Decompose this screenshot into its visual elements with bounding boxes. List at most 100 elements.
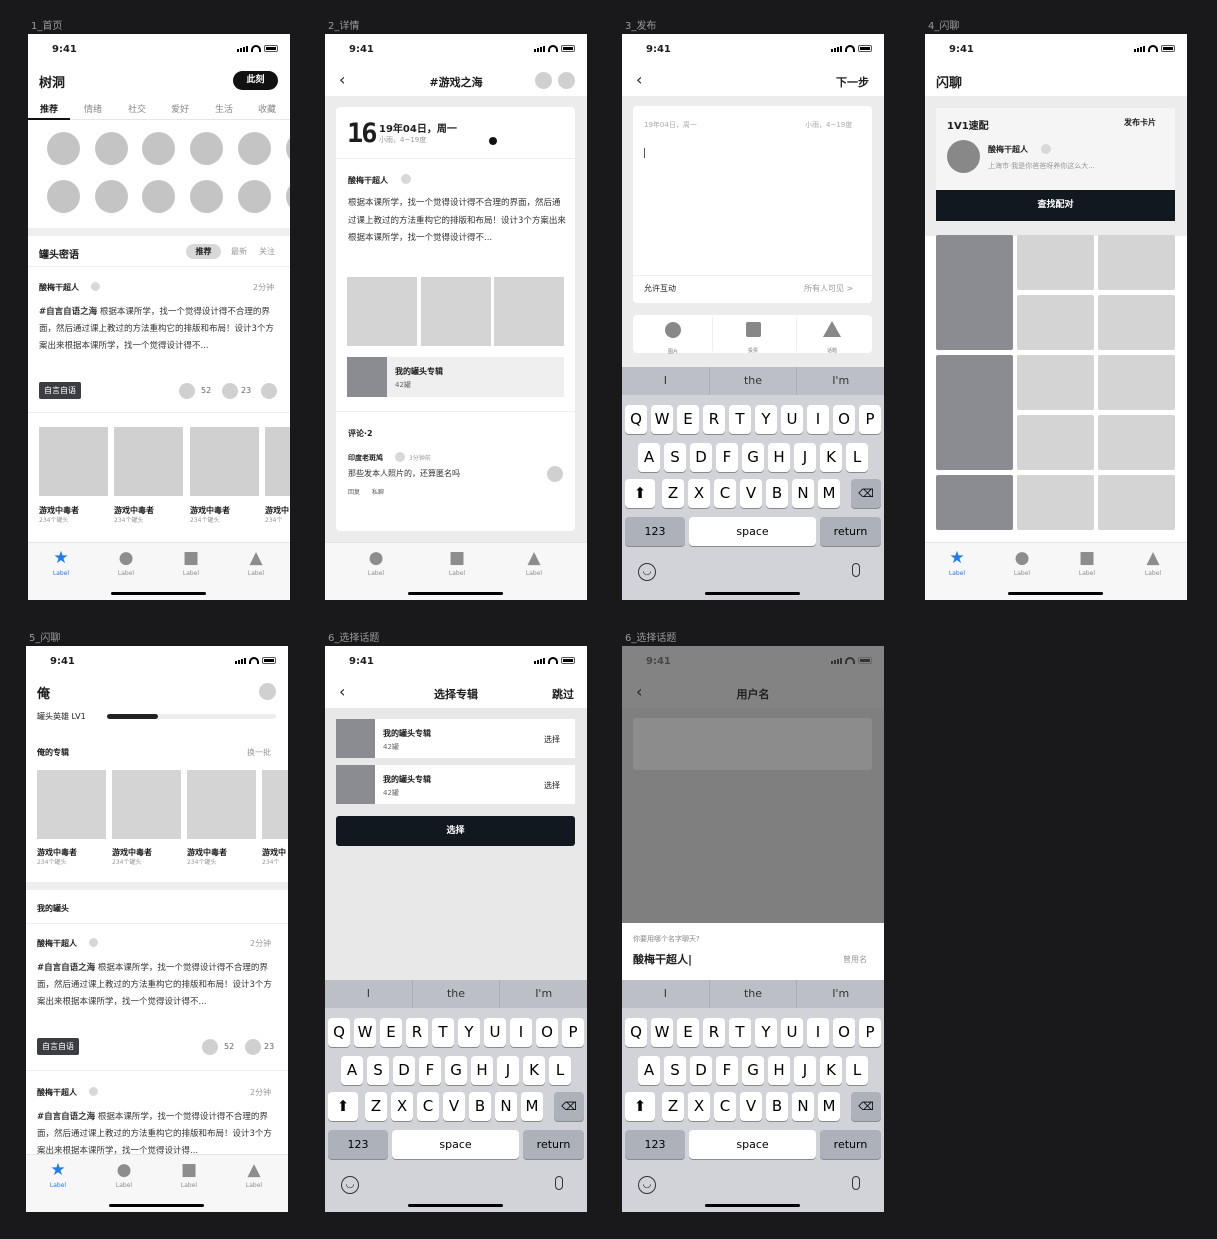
numbers-key[interactable]: 123 [328,1130,388,1159]
album-cover[interactable] [37,770,106,839]
key[interactable]: W [354,1018,376,1047]
key[interactable]: K [820,443,842,472]
swap-button[interactable]: 换一批 [247,747,271,758]
suggestion[interactable]: I [622,980,710,1008]
key[interactable]: V [740,1092,762,1121]
delete-key[interactable]: ⌫ [851,1092,881,1121]
key[interactable]: B [766,1092,788,1121]
key[interactable]: P [859,1018,881,1047]
key[interactable]: F [419,1056,441,1085]
action-icon[interactable] [558,72,575,89]
key[interactable]: C [714,1092,736,1121]
suggestion[interactable]: the [710,980,798,1008]
post-author[interactable]: 酸梅干超人 [39,282,79,293]
space-key[interactable]: space [392,1130,519,1159]
key[interactable]: X [391,1092,413,1121]
key[interactable]: L [549,1056,571,1085]
shift-key[interactable]: ⬆ [625,1092,655,1121]
photo-tile[interactable] [1098,295,1175,350]
tab-2[interactable]: ■ Label [437,550,477,578]
post-tag[interactable]: #自言自语之海 [37,1112,95,1122]
album-cover[interactable] [187,770,256,839]
filter-recommend[interactable]: 推荐 [186,244,221,259]
return-key[interactable]: return [523,1130,584,1159]
numbers-key[interactable]: 123 [625,1130,685,1159]
key[interactable]: T [432,1018,454,1047]
avatar[interactable] [238,132,271,165]
suggestion[interactable]: I'm [797,367,884,395]
key[interactable]: D [690,443,712,472]
key[interactable]: G [742,443,764,472]
key[interactable]: C [417,1092,439,1121]
delete-key[interactable]: ⌫ [851,479,881,508]
key[interactable]: W [651,405,673,434]
microphone-icon[interactable] [555,1176,563,1190]
post-author[interactable]: 酸梅干超人 [348,175,388,186]
key[interactable]: K [820,1056,842,1085]
skip-button[interactable]: 跳过 [552,686,574,702]
tab-hobby[interactable]: 爱好 [171,102,189,115]
tab-recommend[interactable]: 推荐 [40,102,58,115]
key[interactable]: Q [625,1018,647,1047]
key[interactable]: P [859,405,881,434]
post-author[interactable]: 酸梅干超人 [37,938,77,949]
key[interactable]: O [833,405,855,434]
photo-tile[interactable] [1017,235,1094,290]
key[interactable]: A [638,443,660,472]
like-icon[interactable] [547,466,563,482]
photo-tile[interactable] [1017,475,1094,530]
key[interactable]: Q [328,1018,350,1047]
post-tag[interactable]: #自言自语之海 [39,307,97,317]
avatar[interactable] [259,683,276,700]
avatar[interactable] [95,180,128,213]
emoji-icon[interactable]: ◡ [638,1176,656,1194]
key[interactable]: E [677,1018,699,1047]
key[interactable]: L [846,443,868,472]
photo[interactable] [494,277,564,346]
filter-latest[interactable]: 最新 [231,246,247,257]
avatar[interactable] [286,132,290,165]
photo-tile[interactable] [1098,355,1175,410]
avatar[interactable] [238,180,271,213]
shift-key[interactable]: ⬆ [328,1092,358,1121]
key[interactable]: E [380,1018,402,1047]
confirm-select-button[interactable]: 选择 [336,816,575,846]
tab-1[interactable]: ● Label [356,550,396,578]
key[interactable]: J [794,1056,816,1085]
topic-chip[interactable]: 自言自语 [37,1038,79,1055]
key[interactable]: I [807,405,829,434]
back-icon[interactable]: ‹ [636,72,642,88]
key[interactable]: I [510,1018,532,1047]
key[interactable]: T [729,405,751,434]
album-cover[interactable] [262,770,288,839]
delete-key[interactable]: ⌫ [554,1092,584,1121]
key[interactable]: E [677,405,699,434]
photo-tile[interactable] [1098,235,1175,290]
avatar[interactable] [47,132,80,165]
key[interactable]: Y [755,405,777,434]
key[interactable]: H [471,1056,493,1085]
avatar[interactable] [190,180,223,213]
photo-tile[interactable] [1017,415,1094,470]
avatar[interactable] [947,140,980,173]
key[interactable]: X [688,1092,710,1121]
tab-home[interactable]: ★ Label [38,1162,78,1190]
tab-home[interactable]: ★ Label [937,550,977,578]
key[interactable]: Z [662,479,684,508]
numbers-key[interactable]: 123 [625,517,685,546]
avatar[interactable] [286,180,290,213]
key[interactable]: P [562,1018,584,1047]
key[interactable]: D [690,1056,712,1085]
photo-tile[interactable] [936,355,1013,470]
avatar[interactable] [95,132,128,165]
tab-4[interactable]: ▲ Label [1133,550,1173,578]
key[interactable]: L [846,1056,868,1085]
photo-tile[interactable] [1017,355,1094,410]
key[interactable]: O [833,1018,855,1047]
key[interactable]: R [703,1018,725,1047]
action-icon[interactable] [535,72,552,89]
emoji-icon[interactable]: ◡ [638,563,656,581]
tab-social[interactable]: 社交 [128,102,146,115]
album-cover[interactable] [114,427,183,496]
filter-follow[interactable]: 关注 [259,246,275,257]
